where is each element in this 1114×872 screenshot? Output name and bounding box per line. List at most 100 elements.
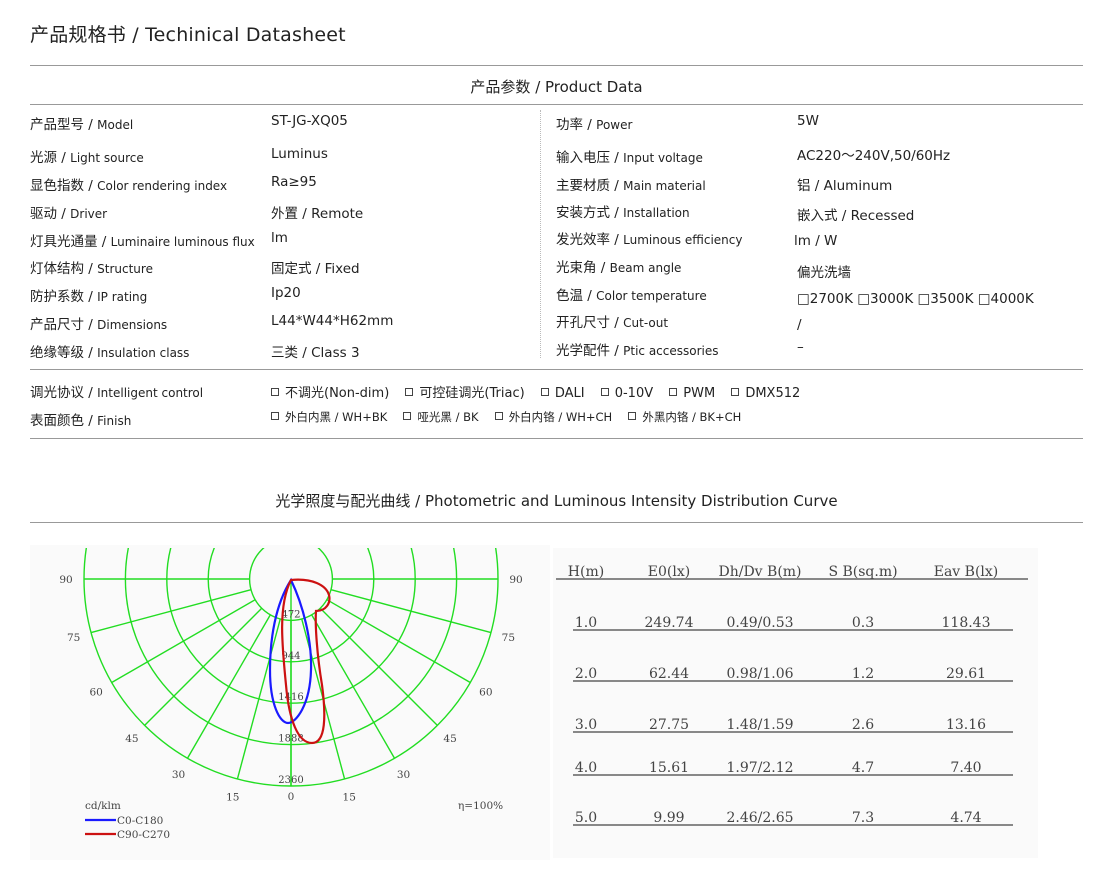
- spec-label-zh: 输入电压 /: [556, 150, 624, 166]
- finish-option[interactable]: 外黑内铬 / BK+CH: [628, 410, 741, 425]
- polar-angle-label: 45: [443, 733, 456, 745]
- spec-label-en: Luminaire luminous flux: [110, 235, 255, 249]
- table-cell: 0.3: [852, 615, 874, 631]
- spec-label-flux: 灯具光通量 / Luminaire luminous flux: [30, 230, 255, 250]
- table-cell: 4.74: [950, 810, 981, 826]
- spec-label-zh: 灯体结构 /: [30, 261, 98, 277]
- spec-label-ip-rating: 防护系数 / IP rating: [30, 285, 147, 305]
- table-cell: 118.43: [942, 615, 991, 631]
- control-option[interactable]: DMX512: [731, 386, 800, 401]
- table-cell: 1.2: [852, 666, 874, 682]
- polar-angle-label: 90: [59, 574, 72, 586]
- spec-label-en: Driver: [70, 207, 108, 221]
- spec-label-structure: 灯体结构 / Structure: [30, 257, 153, 277]
- spec-label-zh: 主要材质 /: [556, 178, 624, 194]
- polar-spoke: [144, 607, 263, 726]
- polar-ring-value: 472: [281, 609, 300, 620]
- efficiency-label: η=100%: [458, 800, 503, 812]
- spec-label-input-voltage: 输入电压 / Input voltage: [556, 146, 703, 166]
- control-label-zh: 调光协议 /: [30, 385, 98, 401]
- spec-value-input-voltage: AC220～240V,50/60Hz: [797, 148, 951, 164]
- control-option-label: DALI: [554, 386, 585, 401]
- spec-label-installation: 安装方式 / Installation: [556, 201, 690, 221]
- spec-label-en: Power: [596, 118, 633, 132]
- table-header-cell: E0(lx): [648, 564, 690, 580]
- spec-value-cut-out: /: [797, 317, 802, 333]
- spec-label-cri: 显色指数 / Color rendering index: [30, 174, 227, 194]
- checkbox-icon: [271, 412, 279, 420]
- table-cell: 7.40: [950, 760, 981, 776]
- polar-spoke: [326, 599, 471, 684]
- spec-label-en: Input voltage: [623, 151, 703, 165]
- polar-spoke: [319, 607, 438, 726]
- spec-label-zh: 色温 /: [556, 288, 597, 304]
- table-cell: 13.16: [946, 717, 986, 733]
- polar-spoke: [186, 614, 271, 759]
- spec-label-zh: 开孔尺寸 /: [556, 315, 624, 331]
- control-options: 不调光(Non-dim) 可控硅调光(Triac) DALI 0-10V PWM…: [271, 382, 800, 401]
- spec-label-en: Main material: [623, 179, 706, 193]
- spec-label-en: Cut-out: [623, 316, 669, 330]
- spec-label-color-temperature: 色温 / Color temperature: [556, 284, 707, 304]
- spec-value-beam-angle: 偏光洗墙: [797, 265, 851, 281]
- polar-ring-value: 1416: [278, 692, 303, 703]
- control-option[interactable]: 不调光(Non-dim): [271, 386, 389, 401]
- polar-angle-label: 45: [125, 733, 138, 745]
- spec-label-en: Dimensions: [97, 318, 168, 332]
- polar-angle-label: 60: [479, 687, 492, 699]
- control-label: 调光协议 / Intelligent control: [30, 381, 203, 401]
- finish-option[interactable]: 哑光黑 / BK: [403, 410, 479, 425]
- polar-angle-label: 90: [509, 574, 522, 586]
- spec-value-light-source: Luminus: [271, 146, 328, 162]
- spec-label-en: Color rendering index: [97, 179, 228, 193]
- table-cell: 5.0: [575, 810, 597, 826]
- spec-label-en: Ptic accessories: [623, 344, 719, 358]
- table-cell: 2.46/2.65: [726, 810, 793, 826]
- table-cell: 0.49/0.53: [726, 615, 793, 631]
- control-option[interactable]: 0-10V: [600, 386, 653, 401]
- checkbox-icon: [540, 388, 549, 396]
- divider: [30, 438, 1083, 439]
- table-header-cell: H(m): [568, 564, 604, 580]
- spec-label-en: Structure: [97, 262, 153, 276]
- divider: [30, 369, 1083, 370]
- column-divider: [540, 110, 541, 358]
- table-header-cell: Eav B(lx): [934, 564, 999, 580]
- illuminance-table: H(m) E0(lx) Dh/Dv B(m) S B(sq.m) Eav B(lx) 1.…: [556, 564, 1028, 826]
- control-label-en: Intelligent control: [97, 386, 204, 400]
- divider: [30, 522, 1083, 523]
- control-option[interactable]: DALI: [540, 386, 585, 401]
- table-cell: 15.61: [649, 760, 689, 776]
- finish-option[interactable]: 外白内铬 / WH+CH: [494, 410, 612, 425]
- polar-intensity-chart: 90 9075 7560 6045 4530 3015 150472944141618882…: [59, 548, 523, 841]
- polar-ring-value: 2360: [278, 775, 303, 786]
- spec-label-en: Model: [97, 118, 134, 132]
- table-cell: 1.0: [575, 615, 597, 631]
- table-cell: 9.99: [653, 810, 684, 826]
- legend-label: C0-C180: [117, 815, 163, 827]
- spec-label-zh: 绝缘等级 /: [30, 345, 98, 361]
- spec-value-structure: 固定式 / Fixed: [271, 261, 360, 277]
- page-title: 产品规格书 / Techinical Datasheet: [30, 24, 346, 46]
- spec-label-en: Installation: [623, 206, 690, 220]
- polar-spoke: [311, 614, 396, 759]
- spec-label-en: Beam angle: [609, 261, 682, 275]
- spec-value-material: 铝 / Aluminum: [797, 178, 893, 194]
- illuminance-table-panel: H(m) E0(lx) Dh/Dv B(m) S B(sq.m) Eav B(lx) 1.…: [553, 548, 1038, 858]
- control-option-label: DMX512: [745, 386, 801, 401]
- table-cell: 1.48/1.59: [726, 717, 793, 733]
- control-option[interactable]: PWM: [669, 386, 715, 401]
- spec-label-zh: 产品尺寸 /: [30, 317, 98, 333]
- finish-option[interactable]: 外白内黑 / WH+BK: [271, 410, 387, 425]
- finish-label: 表面颜色 / Finish: [30, 409, 131, 429]
- control-option-label: PWM: [683, 386, 716, 401]
- spec-label-zh: 驱动 /: [30, 206, 71, 222]
- control-option-label: 可控硅调光(Triac): [419, 386, 525, 401]
- table-cell: 27.75: [649, 717, 689, 733]
- finish-option-label: 哑光黑 / BK: [417, 410, 479, 424]
- control-option[interactable]: 可控硅调光(Triac): [405, 386, 525, 401]
- photometric-heading: 光学照度与配光曲线 / Photometric and Luminous Int…: [275, 492, 838, 510]
- spec-label-zh: 功率 /: [556, 117, 597, 133]
- spec-value-insulation: 三类 / Class 3: [271, 345, 360, 361]
- spec-value-installation: 嵌入式 / Recessed: [797, 208, 915, 224]
